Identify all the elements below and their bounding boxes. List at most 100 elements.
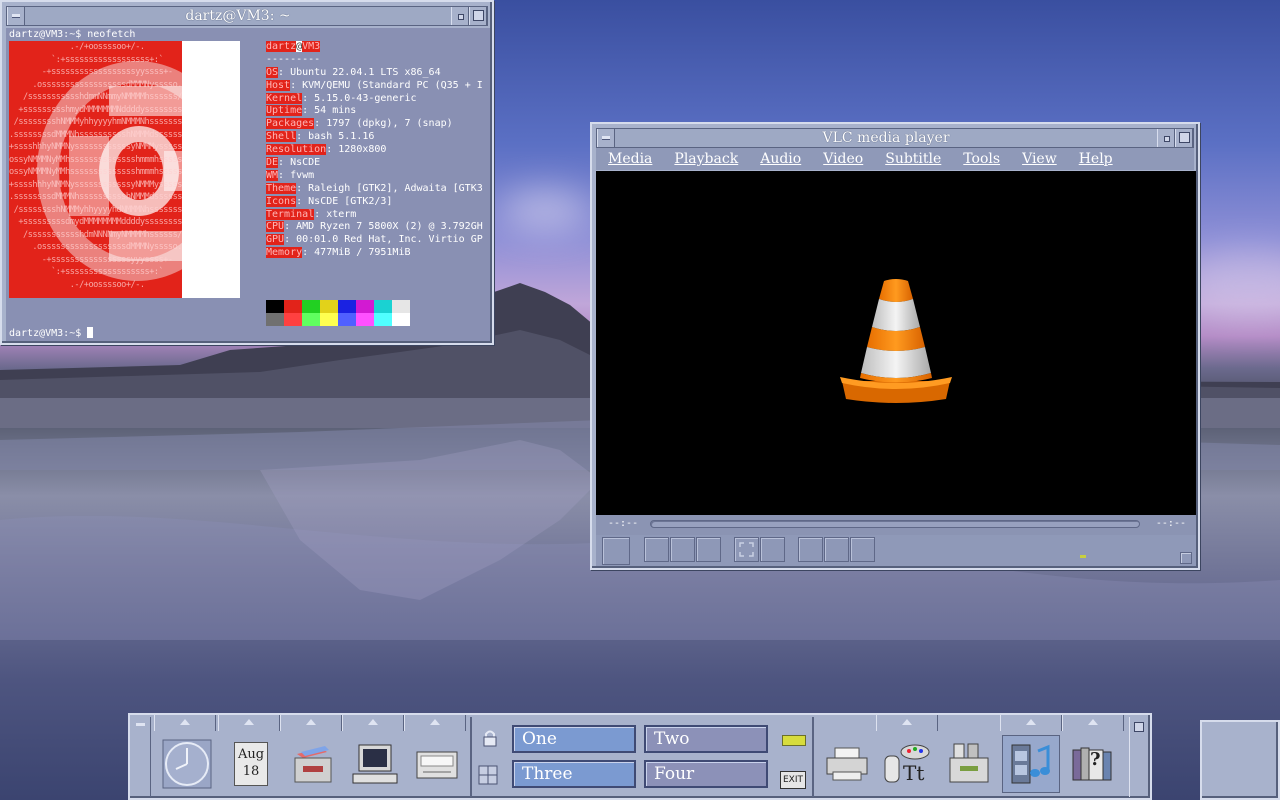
- command-line: dartz@VM3:~$ neofetch: [9, 29, 136, 40]
- swatch-row-bottom: [266, 313, 410, 326]
- swatch-row-top: [266, 300, 410, 313]
- window-menu-icon[interactable]: [7, 7, 25, 25]
- vlc-window[interactable]: VLC media player Media Playback Audio Vi…: [590, 122, 1200, 570]
- subpanel-arrow-clock[interactable]: [154, 715, 216, 731]
- vlc-cone-icon: [840, 279, 952, 403]
- user-host-line: dartz@VM3: [266, 41, 321, 52]
- previous-button[interactable]: [644, 537, 669, 562]
- extended-settings-button[interactable]: [760, 537, 785, 562]
- subpanel-arrow-help[interactable]: [1062, 715, 1124, 731]
- window-list-icon[interactable]: [478, 765, 498, 789]
- info-resolution: Resolution: 1280x800: [266, 144, 387, 156]
- color-swatch-bottom-1: [284, 313, 302, 326]
- maximize-icon[interactable]: [1175, 129, 1193, 147]
- color-swatch-bottom-3: [320, 313, 338, 326]
- resize-grip-icon[interactable]: [1180, 552, 1192, 564]
- menu-tools[interactable]: Tools: [951, 151, 1010, 167]
- vlc-title: VLC media player: [822, 130, 950, 146]
- style-manager-icon[interactable]: Tt: [878, 735, 936, 793]
- shell-prompt[interactable]: dartz@VM3:~$: [9, 327, 94, 339]
- stop-button[interactable]: [670, 537, 695, 562]
- subpanel-arrow-calendar[interactable]: [218, 715, 280, 731]
- info-de: DE: NsCDE: [266, 157, 321, 169]
- file-manager-icon[interactable]: [284, 735, 342, 793]
- fullscreen-button[interactable]: [734, 537, 759, 562]
- printer-icon[interactable]: [818, 735, 876, 793]
- info-host: Host: KVM/QEMU (Standard PC (Q35 + I: [266, 79, 483, 91]
- info-memory: Memory: 477MiB / 7951MiB: [266, 247, 411, 259]
- playlist-button[interactable]: [798, 537, 823, 562]
- panel-menu-icon: [136, 723, 145, 726]
- help-manager-icon[interactable]: ?: [1064, 735, 1122, 793]
- info-icons: Icons: NsCDE [GTK2/3]: [266, 195, 393, 207]
- play-button[interactable]: [602, 537, 630, 565]
- menu-subtitle[interactable]: Subtitle: [873, 151, 951, 167]
- color-swatch-top-3: [320, 300, 338, 313]
- color-swatch-top-6: [374, 300, 392, 313]
- menu-video[interactable]: Video: [811, 151, 873, 167]
- workspace-two-button[interactable]: Two: [644, 725, 768, 753]
- panel-handle-right[interactable]: [1129, 717, 1148, 797]
- video-area[interactable]: [596, 171, 1196, 515]
- calendar-icon[interactable]: Aug 18: [222, 735, 280, 793]
- subpanel-arrow-terminal[interactable]: [342, 715, 404, 731]
- computer-icon: [352, 744, 398, 784]
- desktop-corner-widget[interactable]: [1200, 720, 1280, 800]
- neofetch-info: dartz@VM3 --------- OS: Ubuntu 22.04.1 L…: [266, 41, 483, 260]
- color-swatch-bottom-4: [338, 313, 356, 326]
- terminal-titlebar[interactable]: dartz@VM3: ~: [6, 6, 488, 26]
- menu-view[interactable]: View: [1010, 151, 1067, 167]
- workspace-four-button[interactable]: Four: [644, 760, 768, 788]
- color-swatch-bottom-0: [266, 313, 284, 326]
- menu-playback[interactable]: Playback: [662, 151, 748, 167]
- terminal-body[interactable]: dartz@VM3:~$ neofetch .-/+oossssoo+/-. `…: [6, 28, 490, 341]
- calendar-month: Aug: [237, 747, 265, 762]
- minimize-icon[interactable]: [451, 7, 469, 25]
- info-cpu: CPU: AMD Ryzen 7 5800X (2) @ 3.792GH: [266, 221, 483, 233]
- elapsed-time: --:--: [608, 518, 639, 529]
- film-music-icon: [1011, 744, 1050, 784]
- color-swatch-top-0: [266, 300, 284, 313]
- subpanel-arrow-media[interactable]: [1000, 715, 1062, 731]
- filing-drawer-icon: [949, 743, 989, 783]
- subpanel-arrow-files[interactable]: [280, 715, 342, 731]
- menu-media[interactable]: Media: [596, 151, 662, 167]
- workspace-one-button[interactable]: One: [512, 725, 636, 753]
- grid-icon: [478, 765, 498, 785]
- media-player-launcher-icon[interactable]: [1002, 735, 1060, 793]
- mail-icon[interactable]: [408, 735, 466, 793]
- clock-icon[interactable]: [158, 735, 216, 793]
- menu-help[interactable]: Help: [1067, 151, 1123, 167]
- color-swatch-top-7: [392, 300, 410, 313]
- shuffle-button[interactable]: [850, 537, 875, 562]
- panel-handle-left[interactable]: [132, 717, 151, 797]
- color-swatch-bottom-6: [374, 313, 392, 326]
- minimize-icon[interactable]: [1157, 129, 1175, 147]
- maximize-icon[interactable]: [469, 7, 487, 25]
- exit-button[interactable]: EXIT: [780, 771, 806, 789]
- seek-slider[interactable]: [650, 520, 1140, 528]
- volume-indicator[interactable]: [1080, 555, 1086, 558]
- subpanel-arrow-style[interactable]: [876, 715, 938, 731]
- loop-button[interactable]: [824, 537, 849, 562]
- window-menu-icon[interactable]: [597, 129, 615, 147]
- printer-device-icon: [826, 747, 868, 781]
- file-cabinet-icon: [294, 746, 332, 783]
- info-packages: Packages: 1797 (dpkg), 7 (snap): [266, 118, 453, 130]
- subpanel-arrow-mail[interactable]: [404, 715, 466, 731]
- lock-icon[interactable]: [482, 729, 498, 751]
- menu-audio[interactable]: Audio: [748, 151, 811, 167]
- next-button[interactable]: [696, 537, 721, 562]
- fonts-palette-icon: Tt: [884, 744, 930, 785]
- busy-light-icon: [782, 735, 806, 746]
- terminal-window[interactable]: dartz@VM3: ~ dartz@VM3:~$ neofetch .-/+o…: [0, 0, 494, 345]
- app-manager-icon[interactable]: [940, 735, 998, 793]
- terminal-launcher-icon[interactable]: [346, 735, 404, 793]
- color-swatches: [266, 300, 410, 326]
- info-uptime: Uptime: 54 mins: [266, 105, 357, 117]
- vlc-titlebar[interactable]: VLC media player: [596, 128, 1194, 148]
- color-swatch-bottom-7: [392, 313, 410, 326]
- panel-minimize-icon: [1134, 722, 1144, 732]
- color-swatch-top-2: [302, 300, 320, 313]
- workspace-three-button[interactable]: Three: [512, 760, 636, 788]
